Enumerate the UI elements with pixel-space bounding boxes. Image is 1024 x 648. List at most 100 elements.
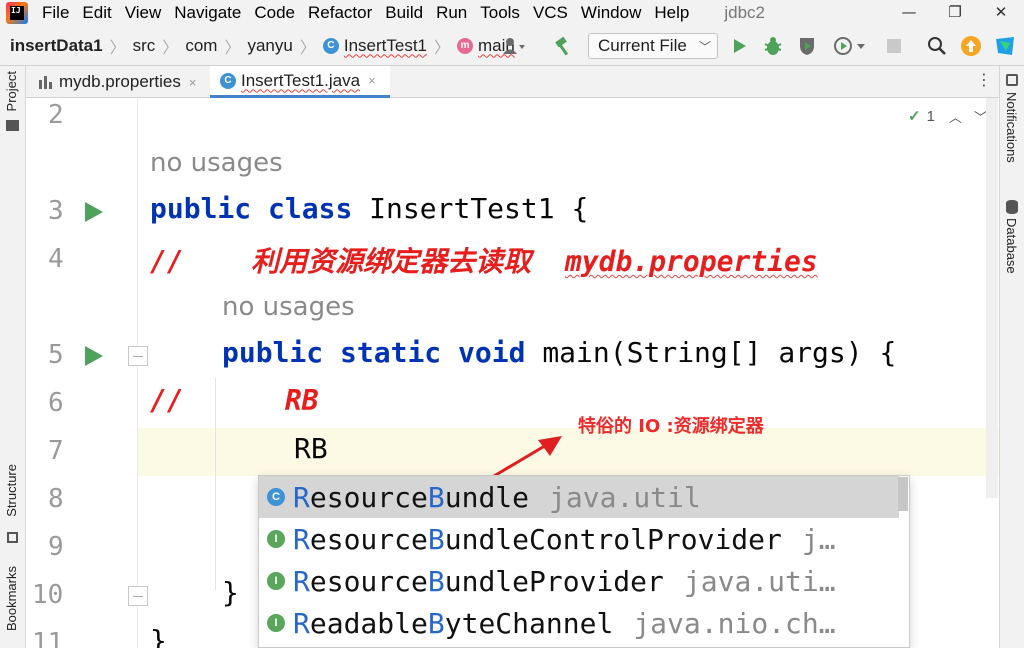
bookmarks-tool-button[interactable]: Bookmarks bbox=[4, 566, 19, 631]
usages-hint[interactable]: no usages bbox=[222, 292, 355, 322]
menu-run[interactable]: Run bbox=[436, 3, 467, 23]
intellij-logo-icon[interactable]: IJ bbox=[6, 2, 28, 24]
code-line-4[interactable]: // 利用资源绑定器去读取 mydb.properties bbox=[150, 240, 818, 280]
menu-view[interactable]: View bbox=[125, 3, 162, 23]
profile-icon[interactable] bbox=[830, 26, 870, 66]
run-config-dropdown[interactable]: Current File ﹀ bbox=[588, 33, 718, 59]
menu-file[interactable]: File bbox=[42, 3, 69, 23]
search-icon[interactable] bbox=[924, 26, 950, 66]
code-line-11[interactable]: } bbox=[150, 624, 167, 648]
structure-tool-button[interactable]: Structure bbox=[4, 464, 19, 517]
completion-item[interactable]: I ReadableByteChannel java.nio.ch… bbox=[259, 602, 899, 644]
line-number: 2 bbox=[48, 100, 64, 130]
run-class-gutter-icon[interactable] bbox=[85, 202, 103, 222]
usages-hint[interactable]: no usages bbox=[150, 148, 283, 178]
project-tool-button[interactable]: Project bbox=[4, 71, 19, 111]
line-number: 9 bbox=[48, 532, 64, 562]
run-config-label: Current File bbox=[598, 36, 687, 55]
user-icon[interactable] bbox=[497, 26, 531, 66]
code-line-7[interactable]: RB bbox=[294, 432, 328, 465]
inspection-widget[interactable]: ✓ 1 ︿ ﹀ bbox=[908, 106, 987, 126]
menu-window[interactable]: Window bbox=[581, 3, 641, 23]
close-window-button[interactable]: ✕ bbox=[978, 0, 1024, 26]
chevron-down-icon: ﹀ bbox=[698, 39, 711, 54]
completion-popup: C ResourceBundle java.util I ResourceBun… bbox=[258, 475, 910, 648]
fold-toggle-icon[interactable] bbox=[128, 346, 148, 366]
code-line-5[interactable]: public static void main(String[] args) { bbox=[222, 336, 896, 369]
tab-mydb-properties[interactable]: mydb.properties × bbox=[38, 66, 196, 98]
code-line-3[interactable]: public class InsertTest1 { bbox=[150, 192, 588, 225]
code-line-6[interactable]: // RB bbox=[150, 384, 319, 417]
completion-package: java.nio.ch… bbox=[633, 606, 836, 640]
breadcrumb-separator: 〉 bbox=[162, 37, 179, 57]
minimize-button[interactable]: — bbox=[886, 0, 932, 26]
tab-label: InsertTest1.java bbox=[241, 70, 361, 90]
menu-tools[interactable]: Tools bbox=[480, 3, 520, 23]
interface-icon: I bbox=[267, 614, 285, 632]
menu-refactor[interactable]: Refactor bbox=[308, 3, 372, 23]
folder-icon bbox=[6, 120, 19, 131]
build-hammer-icon[interactable] bbox=[550, 26, 578, 66]
interface-icon: I bbox=[267, 530, 285, 548]
breadcrumb-class[interactable]: C InsertTest1 bbox=[322, 35, 427, 56]
structure-icon bbox=[7, 532, 18, 543]
close-icon[interactable]: × bbox=[189, 75, 197, 90]
tab-label: mydb.properties bbox=[59, 72, 181, 91]
completion-package: java.util bbox=[549, 480, 701, 514]
restore-button[interactable]: ❐ bbox=[932, 0, 978, 26]
breadcrumb-class-label: InsertTest1 bbox=[343, 35, 427, 55]
chevron-down-icon[interactable]: ﹀ bbox=[974, 107, 987, 126]
notifications-tool-button[interactable]: Notifications bbox=[1004, 92, 1019, 163]
tab-inserttest1-java[interactable]: C InsertTest1.java × bbox=[210, 66, 390, 98]
stop-icon[interactable] bbox=[882, 26, 906, 66]
menu-navigate[interactable]: Navigate bbox=[174, 3, 241, 23]
completion-package: j… bbox=[801, 522, 836, 556]
properties-file-icon bbox=[39, 76, 52, 89]
right-tool-strip: Notifications Database bbox=[999, 66, 1024, 648]
line-number: 10 bbox=[32, 580, 64, 610]
breadcrumb-separator: 〉 bbox=[434, 37, 451, 57]
update-icon[interactable] bbox=[958, 26, 984, 66]
toolbox-icon[interactable] bbox=[990, 26, 1020, 66]
breadcrumb-yanyu[interactable]: yanyu bbox=[247, 36, 292, 56]
breadcrumb-src[interactable]: src bbox=[133, 36, 156, 56]
line-number: 7 bbox=[48, 436, 64, 466]
code-line-10[interactable]: } bbox=[222, 576, 239, 609]
annotation-text: 特俗的 IO :资源绑定器 bbox=[578, 416, 764, 437]
completion-scrollbar[interactable] bbox=[898, 477, 908, 511]
database-icon bbox=[1006, 200, 1018, 214]
line-number: 8 bbox=[48, 484, 64, 514]
completion-item[interactable]: I ResourceBundleControlProvider j… bbox=[259, 518, 899, 560]
class-icon: C bbox=[322, 37, 339, 54]
completion-item[interactable]: C ResourceBundle java.util bbox=[259, 476, 899, 518]
fold-toggle-icon[interactable] bbox=[128, 586, 148, 606]
menu-edit[interactable]: Edit bbox=[82, 3, 111, 23]
breadcrumb-project[interactable]: insertData1 bbox=[10, 36, 103, 56]
completion-name: ResourceBundle bbox=[293, 480, 530, 514]
inspection-count: 1 bbox=[926, 107, 935, 125]
chevron-up-icon[interactable]: ︿ bbox=[949, 107, 962, 126]
class-icon: C bbox=[267, 488, 285, 506]
menu-help[interactable]: Help bbox=[654, 3, 689, 23]
check-icon: ✓ bbox=[908, 108, 921, 125]
menu-build[interactable]: Build bbox=[385, 3, 423, 23]
completion-name: ResourceBundleProvider bbox=[293, 564, 664, 598]
menu-code[interactable]: Code bbox=[254, 3, 295, 23]
run-icon[interactable] bbox=[728, 26, 752, 66]
database-tool-button[interactable]: Database bbox=[1004, 218, 1019, 274]
run-main-gutter-icon[interactable] bbox=[85, 346, 103, 366]
close-icon[interactable]: × bbox=[368, 73, 376, 88]
menu-vcs[interactable]: VCS bbox=[533, 3, 568, 23]
debug-icon[interactable] bbox=[760, 26, 786, 66]
line-number: 11 bbox=[32, 628, 64, 648]
completion-name: ResourceBundleControlProvider bbox=[293, 522, 782, 556]
left-tool-strip: Project Structure Bookmarks bbox=[0, 66, 26, 648]
annotation-arrow-icon bbox=[493, 436, 562, 478]
bell-icon bbox=[1006, 74, 1018, 86]
line-number: 4 bbox=[48, 244, 64, 274]
breadcrumb-com[interactable]: com bbox=[185, 36, 217, 56]
completion-item[interactable]: I ResourceBundleProvider java.uti… bbox=[259, 560, 899, 602]
more-tabs-icon[interactable]: ⋮ bbox=[976, 70, 992, 89]
editor-scrollbar[interactable] bbox=[986, 98, 998, 498]
coverage-icon[interactable] bbox=[794, 26, 820, 66]
